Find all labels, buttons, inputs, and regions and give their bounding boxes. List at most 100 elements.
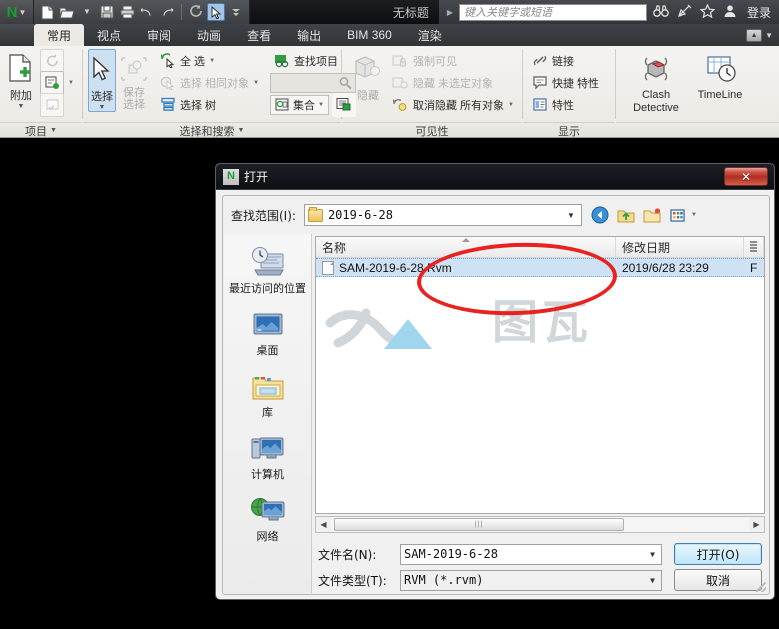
resize-grip[interactable] [756, 582, 766, 592]
satellite-dish-icon[interactable] [676, 4, 693, 21]
select-pointer-icon[interactable] [207, 3, 225, 21]
save-selection-button[interactable]: 保存 选择 [118, 49, 150, 111]
search-input[interactable]: 键入关键字或短语 [458, 3, 647, 21]
place-computer[interactable]: 计算机 [226, 426, 310, 488]
select-button[interactable]: 选择 ▼ [88, 49, 116, 112]
horizontal-scrollbar[interactable]: ◀ ||| ▶ [315, 516, 765, 533]
unhide-all-caret-icon[interactable]: ▼ [508, 102, 514, 108]
tabstrip-lead [0, 24, 34, 46]
ribbon-minimize-button[interactable]: ▲ [746, 28, 763, 42]
select-label: 选择 [91, 91, 113, 103]
tab-shidian[interactable]: 视点 [84, 24, 134, 46]
reset-all-caret-icon[interactable]: ▼ [68, 80, 74, 86]
ribbon-tab-strip: 常用 视点 审阅 动画 查看 输出 BIM 360 渲染 ▲ ▼ [0, 24, 779, 46]
require-visible-button[interactable]: 强制可见 [389, 50, 517, 71]
panel-label-display-text: 显示 [558, 125, 580, 138]
select-same-caret-icon[interactable]: ▼ [253, 80, 259, 86]
binoculars-icon[interactable] [653, 4, 670, 21]
table-row[interactable]: SAM-2019-6-28.Rvm 2019/6/28 23:29 F [316, 258, 764, 277]
selection-tree-button[interactable]: 选择 树 [156, 94, 262, 115]
hide-unselected-button[interactable]: 隐藏 未选定对象 [389, 72, 517, 93]
column-header-modified[interactable]: 修改日期 [616, 237, 744, 257]
reset-all-button[interactable]: ▼ [37, 70, 77, 95]
quick-properties-button[interactable]: 快捷 特性 [528, 72, 602, 93]
find-items-icon [273, 52, 290, 69]
refresh-project-button[interactable] [37, 48, 77, 73]
up-one-level-icon[interactable] [616, 206, 636, 225]
back-navigation-icon[interactable] [590, 206, 610, 225]
qat-dropdown-icon[interactable] [227, 3, 245, 21]
select-all-caret-icon[interactable]: ▼ [209, 58, 215, 64]
column-header-name[interactable]: 名称 [316, 237, 616, 257]
open-dropdown-caret-icon[interactable]: ▼ [78, 3, 96, 21]
file-name-label: 文件名(N): [318, 547, 377, 562]
sign-in-link[interactable]: 登录 [747, 4, 771, 21]
unhide-all-button[interactable]: 取消隐藏 所有对象 ▼ [389, 94, 517, 115]
open-button[interactable]: 打开(O) [674, 543, 762, 565]
desktop-icon [250, 306, 286, 340]
dialog-body: 最近访问的位置 桌面 库 计算机 网络 名称 修改日期 SAM-2019-6-2… [224, 234, 768, 593]
sets-button[interactable]: 集合 ▼ [270, 94, 329, 115]
new-folder-icon[interactable] [642, 206, 662, 225]
refresh-icon[interactable] [187, 3, 205, 21]
folder-icon [307, 206, 323, 222]
properties-button[interactable]: 特性 [528, 94, 602, 115]
file-type-caret-icon[interactable]: ▼ [650, 576, 658, 585]
scroll-left-button[interactable]: ◀ [316, 517, 331, 532]
select-all-label: 全 选 [180, 55, 206, 68]
place-desktop[interactable]: 桌面 [226, 302, 310, 364]
file-name-caret-icon[interactable]: ▼ [650, 550, 658, 559]
new-file-icon[interactable] [38, 3, 56, 21]
file-name-input[interactable]: SAM-2019-6-28 ▼ [400, 543, 662, 565]
tab-changyong[interactable]: 常用 [34, 24, 85, 46]
scroll-right-button[interactable]: ▶ [749, 517, 764, 532]
place-network[interactable]: 网络 [226, 488, 310, 550]
select-same-button[interactable]: 选择 相同对象 ▼ [156, 72, 262, 93]
file-name-text: SAM-2019-6-28.Rvm [339, 260, 452, 275]
close-icon[interactable]: ✕ [724, 167, 768, 186]
tab-shuchu[interactable]: 输出 [284, 24, 334, 46]
column-header-type[interactable] [744, 237, 764, 257]
print-icon[interactable] [118, 3, 136, 21]
file-list-view[interactable]: 名称 修改日期 SAM-2019-6-28.Rvm 2019/6/28 23:2… [315, 236, 765, 514]
tab-donghua[interactable]: 动画 [184, 24, 234, 46]
save-icon[interactable] [98, 3, 116, 21]
tab-shenyue[interactable]: 审阅 [134, 24, 184, 46]
tab-chakan[interactable]: 查看 [234, 24, 284, 46]
attach-caret-icon[interactable]: ▼ [18, 103, 25, 110]
place-libraries[interactable]: 库 [226, 364, 310, 426]
tab-bim360[interactable]: BIM 360 [334, 24, 405, 46]
select-same-label: 选择 相同对象 [180, 77, 250, 90]
open-file-icon[interactable] [58, 3, 76, 21]
views-dropdown-icon[interactable] [668, 206, 688, 225]
hide-button[interactable]: 隐藏 [347, 49, 389, 103]
panel-select-caret-icon[interactable]: ▼ [238, 127, 245, 134]
timeliner-button[interactable]: TimeLine [692, 49, 748, 102]
navisworks-logo-icon[interactable]: N ▼ [0, 0, 34, 24]
scroll-thumb[interactable]: ||| [334, 518, 624, 531]
place-recent[interactable]: 最近访问的位置 [226, 240, 310, 302]
clash-detective-button[interactable]: Clash Detective [628, 49, 684, 115]
hide-icon [351, 51, 385, 87]
panel-project-caret-icon[interactable]: ▼ [50, 127, 57, 134]
cancel-button[interactable]: 取消 [674, 569, 762, 591]
look-in-caret-icon[interactable]: ▼ [567, 211, 578, 220]
redo-icon[interactable] [158, 3, 176, 21]
user-account-icon[interactable] [722, 4, 739, 21]
star-icon[interactable] [699, 3, 716, 21]
file-options-button[interactable] [37, 92, 77, 117]
look-in-combo[interactable]: 2019-6-28 ▼ [303, 204, 582, 226]
scroll-track[interactable]: ||| [331, 517, 749, 532]
ribbon-minimize-caret-icon[interactable]: ▼ [765, 31, 773, 40]
links-button[interactable]: 链接 [528, 50, 602, 71]
selection-tree-icon [159, 96, 176, 113]
sets-caret-icon[interactable]: ▼ [318, 102, 324, 108]
file-type-select[interactable]: RVM (*.rvm) ▼ [400, 569, 662, 591]
infocenter-expand-icon[interactable]: ▶ [447, 8, 453, 17]
attach-button[interactable]: 附加 ▼ [5, 49, 37, 110]
undo-icon[interactable] [138, 3, 156, 21]
select-caret-icon[interactable]: ▼ [99, 104, 106, 111]
tab-xuanran[interactable]: 渲染 [405, 24, 455, 46]
views-caret-icon[interactable]: ▼ [691, 212, 697, 218]
select-all-button[interactable]: 全 选 ▼ [156, 50, 262, 71]
